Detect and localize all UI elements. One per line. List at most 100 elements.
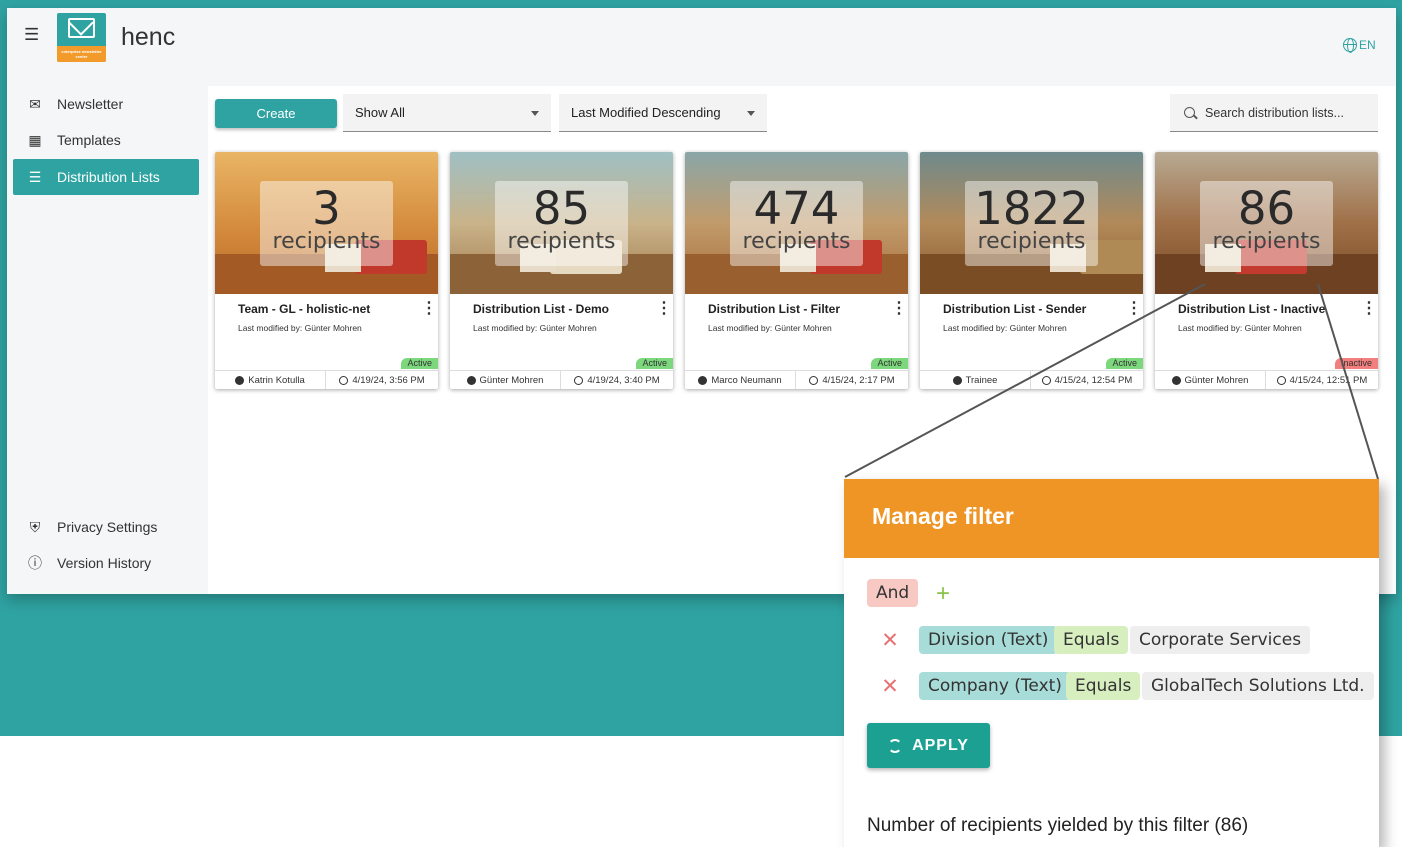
card-footer: Marco Neumann 4/15/24, 2:17 PM	[685, 370, 908, 389]
search-input[interactable]	[1205, 105, 1365, 120]
sidebar-item-version-history[interactable]: ⓘ Version History	[13, 545, 199, 581]
language-label: EN	[1359, 38, 1376, 52]
hamburger-menu-icon[interactable]: ☰	[24, 26, 39, 43]
search-icon	[1184, 107, 1195, 118]
modified-date: 4/15/24, 2:17 PM	[822, 374, 895, 386]
chevron-down-icon	[747, 111, 755, 116]
sync-icon	[888, 738, 903, 753]
logic-operator-chip[interactable]: And	[867, 579, 919, 607]
rule-value-chip[interactable]: GlobalTech Solutions Ltd.	[1142, 672, 1374, 700]
modified-date: 4/19/24, 3:40 PM	[587, 374, 660, 386]
logo-text: enterprise newsletter center	[57, 46, 106, 62]
rule-operator-chip[interactable]: Equals	[1066, 672, 1141, 700]
app-brand: henc	[121, 23, 176, 51]
backdrop-top	[0, 0, 1402, 8]
globe-icon	[1343, 38, 1357, 53]
recipient-count-badge: 86 recipients	[1200, 181, 1333, 266]
apply-button[interactable]: APPLY	[867, 723, 990, 768]
search-box[interactable]	[1170, 94, 1378, 132]
panel-title: Manage filter	[872, 503, 1014, 529]
info-icon: ⓘ	[28, 555, 42, 571]
sidebar-item-privacy-settings[interactable]: ⛨ Privacy Settings	[13, 509, 199, 545]
more-vert-icon[interactable]: ⋮	[891, 301, 907, 319]
sort-select[interactable]: Last Modified Descending	[559, 94, 767, 132]
last-modified: Last modified by: Günter Mohren	[473, 323, 597, 333]
remove-rule-icon[interactable]: ✕	[880, 630, 900, 651]
shield-icon: ⛨	[29, 518, 41, 535]
history-icon	[809, 375, 819, 385]
filter-select[interactable]: Show All	[343, 94, 551, 132]
recipient-label: recipients	[742, 229, 851, 254]
more-vert-icon[interactable]: ⋮	[1361, 301, 1377, 319]
owner-name: Marco Neumann	[711, 374, 782, 386]
distribution-list-card[interactable]: 3 recipients Team - GL - holistic-net ⋮ …	[215, 152, 438, 389]
distribution-list-card[interactable]: 1822 recipients Distribution List - Send…	[920, 152, 1143, 389]
more-vert-icon[interactable]: ⋮	[421, 301, 437, 319]
status-badge: Inactive	[1334, 358, 1378, 369]
recipient-label: recipients	[507, 229, 616, 254]
rule-field-chip[interactable]: Company (Text)	[919, 672, 1071, 700]
recipient-count-badge: 1822 recipients	[965, 181, 1098, 266]
last-modified: Last modified by: Günter Mohren	[238, 323, 362, 333]
remove-rule-icon[interactable]: ✕	[880, 676, 900, 697]
card-title: Distribution List - Filter	[708, 302, 840, 316]
recipient-label: recipients	[977, 229, 1086, 254]
card-footer: Trainee 4/15/24, 12:54 PM	[920, 370, 1143, 389]
rule-value-chip[interactable]: Corporate Services	[1130, 626, 1311, 654]
modified-date: 4/15/24, 12:54 PM	[1054, 374, 1133, 386]
envelope-icon: ✉	[29, 95, 41, 112]
card-title: Distribution List - Inactive	[1178, 302, 1326, 316]
card-footer: Günter Mohren 4/19/24, 3:40 PM	[450, 370, 673, 389]
owner-name: Günter Mohren	[1184, 374, 1249, 386]
recipient-count-badge: 85 recipients	[495, 181, 628, 266]
sidebar-item-label: Distribution Lists	[57, 169, 160, 185]
sidebar-item-label: Templates	[57, 132, 121, 148]
modified-date: 4/15/24, 12:51 PM	[1289, 374, 1368, 386]
recipient-label: recipients	[1212, 229, 1321, 254]
card-footer: Katrin Kotulla 4/19/24, 3:56 PM	[215, 370, 438, 389]
rule-field-chip[interactable]: Division (Text)	[919, 626, 1058, 654]
sidebar-item-distribution-lists[interactable]: ☰ Distribution Lists	[13, 159, 199, 195]
distribution-list-card[interactable]: 474 recipients Distribution List - Filte…	[685, 152, 908, 389]
modified-date: 4/19/24, 3:56 PM	[352, 374, 425, 386]
history-icon	[574, 375, 584, 385]
sidebar-item-label: Newsletter	[57, 96, 124, 112]
more-vert-icon[interactable]: ⋮	[1126, 301, 1142, 319]
last-modified: Last modified by: Günter Mohren	[708, 323, 832, 333]
history-icon	[1041, 375, 1051, 385]
card-footer: Günter Mohren 4/15/24, 12:51 PM	[1155, 370, 1378, 389]
recipient-label: recipients	[272, 229, 381, 254]
history-icon	[1276, 375, 1286, 385]
card-title: Team - GL - holistic-net	[238, 302, 371, 316]
card-title: Distribution List - Demo	[473, 302, 609, 316]
add-rule-icon[interactable]: +	[936, 581, 950, 607]
distribution-list-card[interactable]: 86 recipients Distribution List - Inacti…	[1155, 152, 1378, 389]
more-vert-icon[interactable]: ⋮	[656, 301, 672, 319]
panel-header: Manage filter	[844, 479, 1379, 558]
owner-name: Katrin Kotulla	[248, 374, 305, 386]
sidebar-item-templates[interactable]: ▦ Templates	[13, 122, 199, 158]
list-icon: ☰	[28, 168, 42, 185]
sidebar-item-label: Privacy Settings	[57, 519, 158, 535]
status-badge: Active	[636, 358, 673, 369]
recipient-count-badge: 474 recipients	[730, 181, 863, 266]
sort-select-value: Last Modified Descending	[571, 105, 721, 120]
last-modified: Last modified by: Günter Mohren	[943, 323, 1067, 333]
rule-operator-chip[interactable]: Equals	[1054, 626, 1129, 654]
recipients-yield-text: Number of recipients yielded by this fil…	[867, 815, 1249, 836]
user-icon	[698, 375, 708, 385]
manage-filter-panel: Manage filter And + ✕ Division (Text) Eq…	[844, 479, 1379, 847]
sidebar-item-newsletter[interactable]: ✉ Newsletter	[13, 86, 199, 122]
owner-name: Trainee	[965, 374, 998, 386]
create-button[interactable]: Create	[215, 99, 337, 128]
status-badge: Active	[401, 358, 438, 369]
language-switcher[interactable]: EN	[1343, 38, 1376, 53]
owner-name: Günter Mohren	[479, 374, 544, 386]
filter-select-value: Show All	[355, 105, 405, 120]
books-icon: ▦	[28, 131, 42, 148]
user-icon	[952, 375, 962, 385]
status-badge: Active	[1106, 358, 1143, 369]
user-icon	[1171, 375, 1181, 385]
distribution-list-card[interactable]: 85 recipients Distribution List - Demo ⋮…	[450, 152, 673, 389]
status-badge: Active	[871, 358, 908, 369]
